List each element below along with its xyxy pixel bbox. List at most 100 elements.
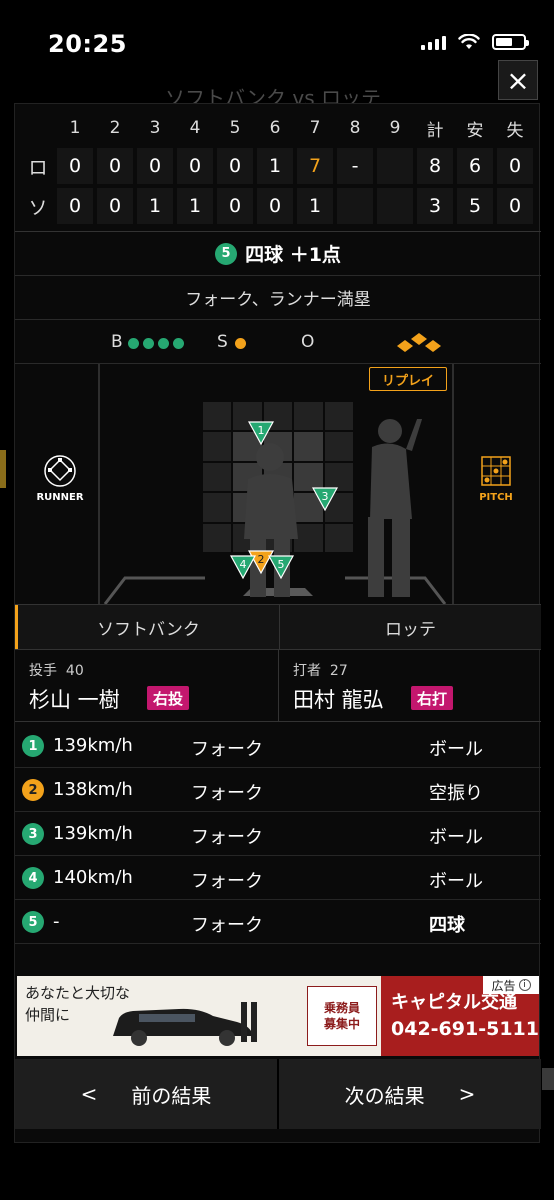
inning-score (337, 188, 373, 224)
pitch-mark-5: 5 (267, 555, 295, 580)
balls-indicator (128, 338, 184, 349)
pitch-number-badge: 2 (22, 779, 44, 801)
pitch-number-badge: 5 (22, 911, 44, 933)
inning-header: 8 (349, 118, 361, 138)
pitch-result: ボール (429, 871, 483, 892)
status-time: 20:25 (48, 30, 127, 58)
team-abbr: ロ (28, 156, 48, 179)
play-detail-modal: 1 2 3 4 5 6 7 8 9 計 安 失 ロ 0 0 0 0 0 1 7 … (14, 103, 541, 1143)
close-button[interactable]: × (498, 60, 538, 100)
ball-dot (173, 338, 184, 349)
pitch-result: 四球 (429, 915, 465, 936)
bases-loaded-icon (397, 333, 441, 352)
pitch-type: フォーク (191, 827, 263, 848)
pitch-result: 空振り (429, 783, 483, 804)
errors-header: 失 (506, 120, 524, 141)
tab-lotte[interactable]: ロッテ (280, 605, 541, 649)
total-runs: 3 (417, 188, 453, 224)
inning-header: 5 (229, 118, 241, 138)
total-runs: 8 (417, 148, 453, 184)
tab-softbank[interactable]: ソフトバンク (15, 605, 280, 649)
inning-score: 0 (217, 188, 253, 224)
next-result-label: 次の結果 (344, 1083, 425, 1108)
inning-score: 0 (177, 148, 213, 184)
inning-score: 0 (97, 148, 133, 184)
pitch-type: フォーク (191, 915, 263, 936)
pitch-mark-4: 4 (229, 555, 257, 580)
pitcher-hand-badge: 右投 (147, 686, 190, 710)
hits-header: 安 (466, 120, 484, 141)
ball-count: B S O (15, 320, 541, 364)
batter-hand-badge: 右打 (411, 686, 454, 710)
recruit-box: 乗務員 募集中 (307, 986, 377, 1046)
inning-score: 0 (57, 188, 93, 224)
pitch-number-badge: 1 (22, 735, 44, 757)
total-hits: 6 (457, 148, 493, 184)
wifi-icon (458, 34, 480, 49)
inning-score-current: 7 (297, 148, 333, 184)
pitch-number-badge: 5 (215, 242, 238, 265)
play-result-text: 四球 ＋1点 (245, 244, 341, 266)
svg-text:1: 1 (258, 424, 265, 437)
inning-score: 1 (257, 148, 293, 184)
chevron-right-icon: > (458, 1082, 476, 1106)
inning-header: 7 (309, 118, 321, 138)
status-icons (421, 34, 529, 50)
pitch-mark-1: 1 (247, 421, 275, 446)
background-edge (542, 1068, 554, 1090)
pitcher-number: 40 (65, 663, 84, 679)
inning-score: 0 (137, 148, 173, 184)
matchup: 投手 40 杉山 一樹 右投 打者 27 田村 龍弘 右打 (15, 650, 541, 722)
scoreboard-row-softbank: ソ 0 0 1 1 0 0 1 3 5 0 (15, 188, 541, 224)
result-navigation: < 前の結果 次の結果 > (15, 1059, 541, 1129)
ball-dot (128, 338, 139, 349)
total-errors: 0 (497, 188, 533, 224)
pitch-speed: - (53, 911, 60, 932)
play-result: 5 四球 ＋1点 (15, 232, 541, 276)
prev-result-button[interactable]: < 前の結果 (15, 1059, 279, 1129)
batter-role: 打者 27 (293, 663, 348, 679)
inning-score: 0 (57, 148, 93, 184)
pitch-type: フォーク (191, 871, 263, 892)
inning-score: 0 (217, 148, 253, 184)
taxi-car-icon (113, 1002, 257, 1046)
svg-text:5: 5 (278, 558, 285, 571)
pitch-list: 1 139km/h フォーク ボール 2 138km/h フォーク 空振り 3 … (15, 724, 541, 944)
team-tabs: ソフトバンク ロッテ (15, 604, 541, 650)
inning-header: 4 (189, 118, 201, 138)
balls-label: B (111, 332, 123, 352)
brand-phone: 042-691-5111 (391, 1018, 539, 1040)
ball-dot (143, 338, 154, 349)
inning-score (377, 188, 413, 224)
battery-icon (492, 34, 529, 50)
pitch-row: 3 139km/h フォーク ボール (15, 812, 541, 856)
pitcher-info: 投手 40 杉山 一樹 右投 (15, 650, 278, 722)
inning-score: - (337, 148, 373, 184)
outs-label: O (301, 332, 315, 352)
pitch-row: 2 138km/h フォーク 空振り (15, 768, 541, 812)
pitch-row: 1 139km/h フォーク ボール (15, 724, 541, 768)
scoreboard-header: 1 2 3 4 5 6 7 8 9 計 安 失 (15, 110, 541, 146)
pitch-row: 4 140km/h フォーク ボール (15, 856, 541, 900)
inning-score: 1 (137, 188, 173, 224)
pitch-result: ボール (429, 739, 483, 760)
strike-dot (235, 338, 246, 349)
cellular-signal-icon (421, 34, 446, 50)
svg-text:3: 3 (322, 490, 329, 503)
play-description: フォーク、ランナー満塁 (15, 276, 541, 320)
scoreboard-row-lotte: ロ 0 0 0 0 0 1 7 - 8 6 0 (15, 148, 541, 184)
next-result-button[interactable]: 次の結果 > (279, 1059, 541, 1129)
ad-label[interactable]: 広告 i (483, 976, 539, 994)
pitch-result: ボール (429, 827, 483, 848)
advertisement-banner[interactable]: あなたと大切な 仲間に 乗務員 募集中 キャピタル交通 042-691-5111… (17, 976, 539, 1056)
inning-score: 1 (177, 188, 213, 224)
inning-score: 1 (297, 188, 333, 224)
svg-text:2: 2 (258, 553, 265, 566)
ad-info-icon: i (518, 979, 531, 991)
pitch-speed: 140km/h (53, 867, 133, 888)
inning-score: 0 (97, 188, 133, 224)
status-bar: 20:25 (0, 0, 554, 90)
pitch-locations: 1 3 2 4 5 (229, 421, 339, 580)
inning-header: 6 (269, 118, 281, 138)
inning-header: 2 (109, 118, 121, 138)
